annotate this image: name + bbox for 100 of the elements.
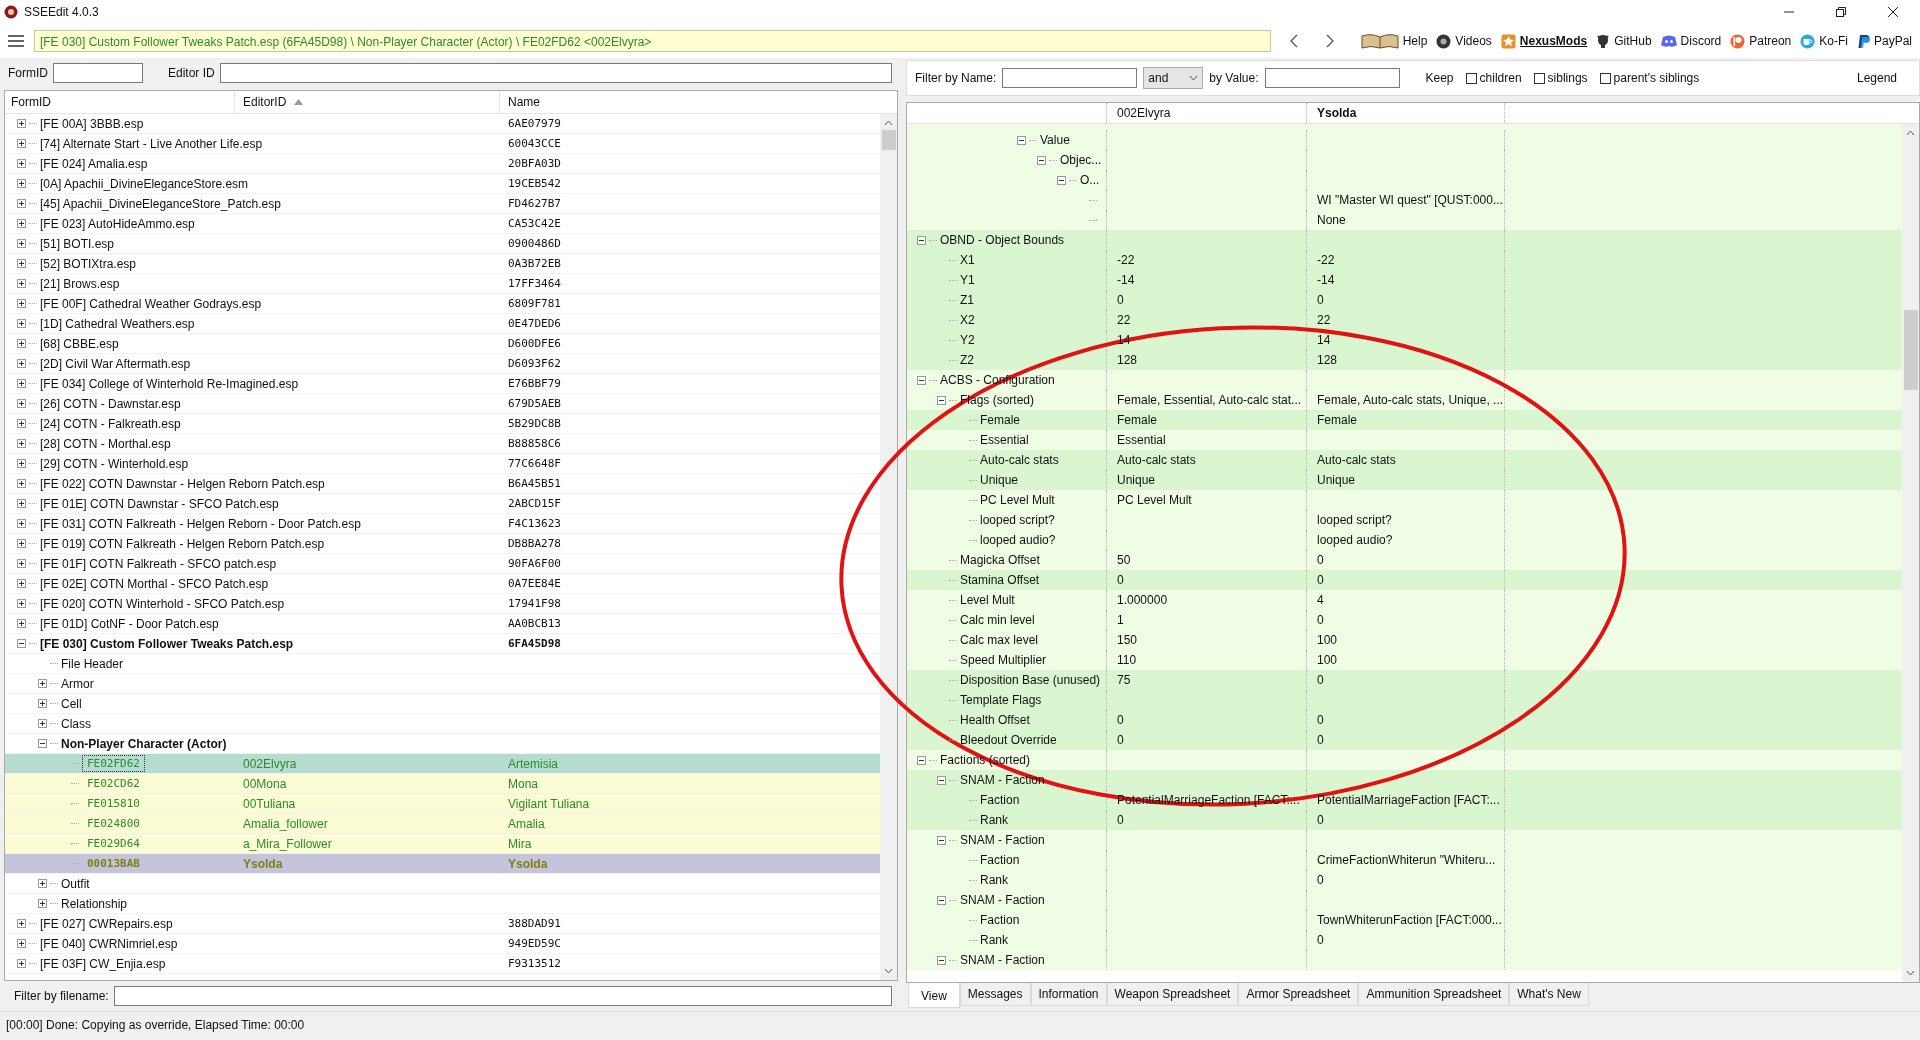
toolbar-link[interactable]: Videos [1436,33,1492,49]
record-field-row[interactable]: WI "Master WI quest" [QUST:000... [907,190,1902,210]
record-field-row[interactable]: Level Mult 1.000000 4 [907,590,1902,610]
expand-icon[interactable] [17,579,26,588]
plugin-label[interactable]: [FE 01F] COTN Falkreath - SFCO patch.esp [40,556,277,571]
record-field-row[interactable]: Factions (sorted) [907,750,1902,770]
expand-icon[interactable] [17,599,26,608]
record-field-row[interactable]: Auto-calc stats Auto-calc stats Auto-calc stats [907,450,1902,470]
plugin-label[interactable]: [FE 023] AutoHideAmmo.esp [40,216,195,231]
plugin-label[interactable]: [24] COTN - Falkreath.esp [40,416,181,431]
record-field-row[interactable]: OBND - Object Bounds [907,230,1902,250]
editor-id-field[interactable] [219,63,892,83]
scrollbar[interactable] [1902,124,1919,982]
group-label[interactable]: Non-Player Character (Actor) [61,736,227,751]
record-field-row[interactable]: SNAM - Faction [907,830,1902,850]
expand-icon[interactable] [17,239,26,248]
expand-icon[interactable] [38,699,47,708]
record-field-row[interactable]: Unique Unique Unique [907,470,1902,490]
collapse-icon[interactable] [917,755,926,765]
record-field-row[interactable]: Y1 -14 -14 [907,270,1902,290]
record-row[interactable]: FE015810 00Tuliana Vigilant Tuliana [5,794,880,814]
keep-checkbox[interactable]: siblings [1533,71,1588,85]
plugin-label[interactable]: [FE 024] Amalia.esp [40,156,148,171]
collapse-icon[interactable] [1037,155,1046,165]
record-field-row[interactable]: SNAM - Faction [907,950,1902,970]
name-filter-field[interactable] [1002,68,1138,88]
collapse-icon[interactable] [937,835,946,845]
expand-icon[interactable] [17,339,26,348]
plugin-label[interactable]: [FE 01D] CotNF - Door Patch.esp [40,616,219,631]
expand-icon[interactable] [17,139,26,148]
operator-dropdown[interactable]: and [1143,67,1204,89]
form-id-field[interactable] [53,63,143,83]
expand-icon[interactable] [17,459,26,468]
record-field-row[interactable]: X2 22 22 [907,310,1902,330]
toolbar-link[interactable]: Ko-Fi [1800,33,1848,49]
record-row[interactable]: FE024800 Amalia_follower Amalia [5,814,880,834]
expand-icon[interactable] [17,359,26,368]
expand-icon[interactable] [17,179,26,188]
record-row[interactable]: FE02CD62 00Mona Mona [5,774,880,794]
record-field-row[interactable]: Stamina Offset 0 0 [907,570,1902,590]
record-field-row[interactable]: SNAM - Faction [907,770,1902,790]
collapse-icon[interactable] [1057,175,1066,185]
expand-icon[interactable] [38,679,47,688]
keep-checkbox[interactable]: parent's siblings [1599,71,1700,85]
record-field-row[interactable]: Disposition Base (unused) 75 0 [907,670,1902,690]
record-field-row[interactable]: Objec... [907,150,1902,170]
group-label[interactable]: Class [61,716,91,731]
record-field-row[interactable]: Bleedout Override 0 0 [907,730,1902,750]
plugin-label[interactable]: [FE 040] CWRNimriel.esp [40,936,178,951]
record-field-row[interactable]: O... [907,170,1902,190]
menu-icon[interactable] [8,35,24,47]
expand-icon[interactable] [38,879,47,888]
filename-filter-field[interactable] [113,986,892,1006]
tab[interactable]: Weapon Spreadsheet [1106,983,1239,1006]
plugin-label[interactable]: [FE 01E] COTN Dawnstar - SFCO Patch.esp [40,496,279,511]
toolbar-link[interactable]: Patreon [1730,33,1792,49]
record-field-row[interactable]: SNAM - Faction [907,890,1902,910]
record-field-row[interactable]: Rank 0 [907,870,1902,890]
group-label[interactable]: Armor [61,676,94,691]
group-label[interactable]: Cell [61,696,82,711]
record-field-row[interactable]: Rank 0 0 [907,810,1902,830]
toolbar-link[interactable]: GitHub [1596,33,1652,49]
column-header[interactable]: FormID [5,91,235,113]
restore-icon[interactable] [1835,6,1847,18]
plugin-label[interactable]: [0A] Apachii_DivineEleganceStore.esm [40,176,249,191]
expand-icon[interactable] [17,619,26,628]
plugin-label[interactable]: [FE 022] COTN Dawnstar - Helgen Reborn Patch.esp [40,476,325,491]
expand-icon[interactable] [17,319,26,328]
record-field-row[interactable]: Rank 0 [907,930,1902,950]
collapse-icon[interactable] [38,739,47,748]
record-field-row[interactable]: Essential Essential [907,430,1902,450]
toolbar-link[interactable]: PayPal [1856,33,1912,49]
column-header[interactable]: Name [500,91,897,113]
plugin-label[interactable]: [2D] Civil War Aftermath.esp [40,356,191,371]
plugin-label[interactable]: [51] BOTI.esp [40,236,115,251]
record-field-row[interactable]: looped audio? looped audio? [907,530,1902,550]
plugin-label[interactable]: [52] BOTIXtra.esp [40,256,137,271]
expand-icon[interactable] [17,939,26,948]
plugin-label[interactable]: [28] COTN - Morthal.esp [40,436,171,451]
tab[interactable]: Information [1030,983,1107,1006]
column-header[interactable]: EditorID [235,91,500,113]
record-field-row[interactable]: X1 -22 -22 [907,250,1902,270]
path-field[interactable]: [FE 030] Custom Follower Tweaks Patch.esp (6FA45D98) \ Non-Player Character (Actor) \ FE02FD62 <002Elvyra> [33,30,1271,52]
toolbar-link[interactable]: Help [1360,33,1428,49]
toolbar-link[interactable]: Discord [1660,34,1722,48]
plugin-label[interactable]: [21] Brows.esp [40,276,120,291]
expand-icon[interactable] [17,439,26,448]
tab[interactable]: Ammunition Spreadsheet [1358,983,1510,1006]
expand-icon[interactable] [17,919,26,928]
plugin-label[interactable]: [1D] Cathedral Weathers.esp [40,316,195,331]
record-field-row[interactable]: Z2 128 128 [907,350,1902,370]
plugin-label[interactable]: [FE 031] COTN Falkreath - Helgen Reborn - Door Patch.esp [40,516,361,531]
collapse-icon[interactable] [937,775,946,785]
keep-checkbox[interactable]: children [1465,71,1522,85]
collapse-icon[interactable] [937,955,946,965]
expand-icon[interactable] [17,519,26,528]
record-field-row[interactable]: Magicka Offset 50 0 [907,550,1902,570]
record-field-row[interactable]: PC Level Mult PC Level Mult [907,490,1902,510]
collapse-icon[interactable] [937,895,946,905]
record-field-row[interactable]: Value [907,130,1902,150]
